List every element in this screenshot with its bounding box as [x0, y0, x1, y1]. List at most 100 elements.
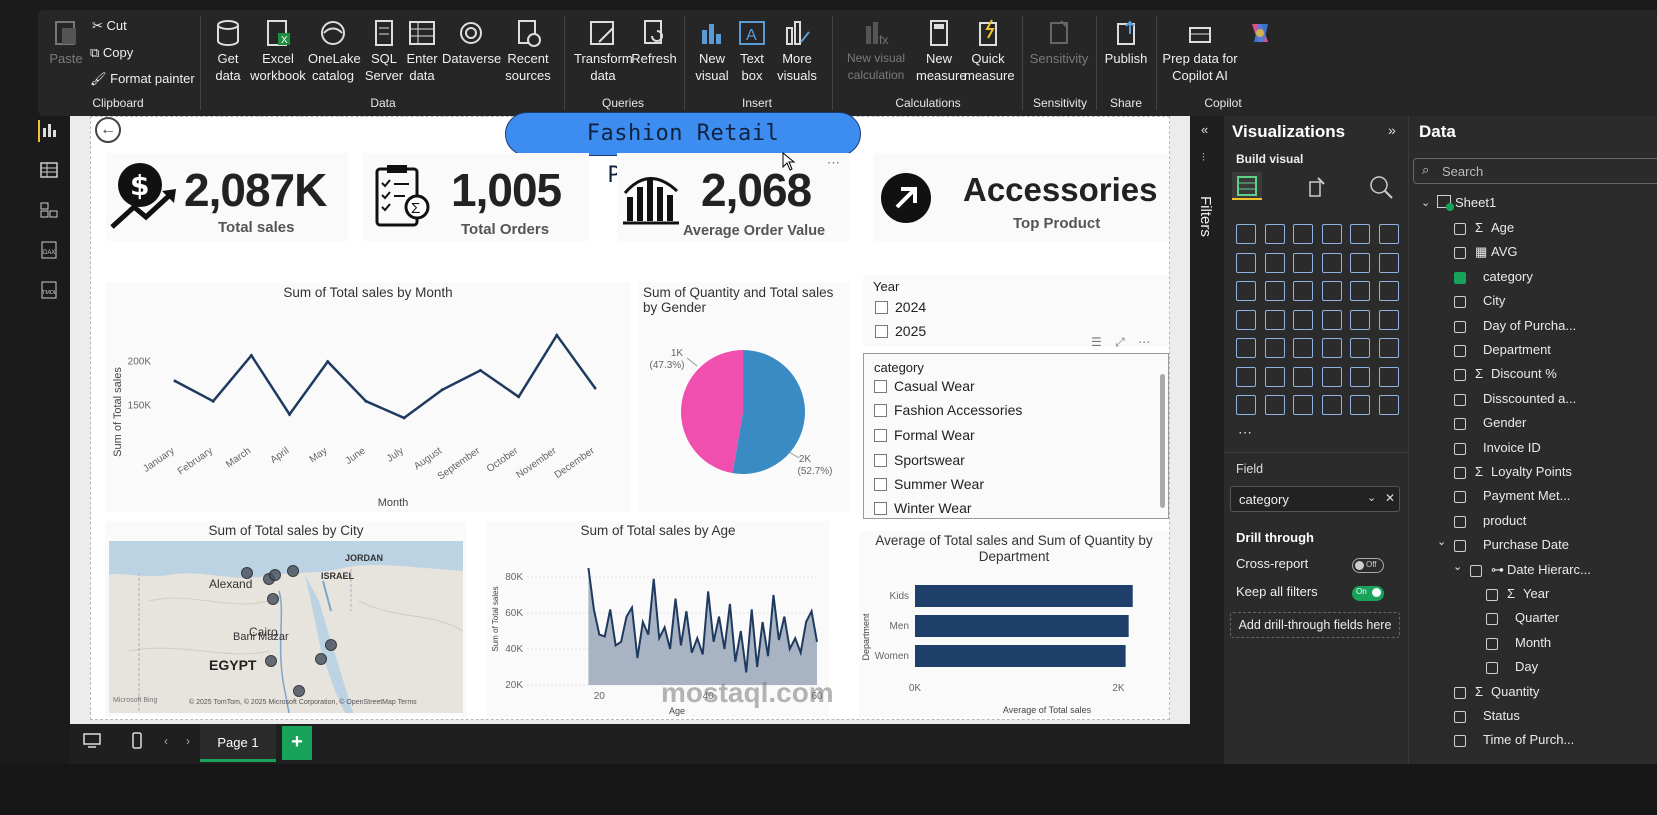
field-checkbox[interactable] — [1454, 711, 1466, 723]
field-name[interactable]: product — [1483, 513, 1526, 528]
field-checkbox[interactable] — [1454, 467, 1466, 479]
field-checkbox[interactable] — [1454, 271, 1466, 284]
diamond-visual-icon[interactable] — [1350, 395, 1370, 415]
page-tab-page-1[interactable]: Page 1 — [200, 724, 276, 762]
field-checkbox[interactable] — [1486, 589, 1498, 601]
paginated-visual-icon[interactable] — [1378, 366, 1399, 387]
filters-pane-collapsed[interactable]: « ⫶ Filters — [1190, 116, 1224, 806]
sql-server-button[interactable]: SQL Server — [364, 18, 404, 84]
more-options-icon[interactable]: ⋯ — [1138, 335, 1150, 349]
field-checkbox[interactable] — [1486, 613, 1498, 626]
field-checkbox[interactable] — [1454, 442, 1466, 455]
qa-visual-icon[interactable] — [1321, 366, 1342, 387]
build-visual-tab-icon[interactable] — [1232, 172, 1262, 200]
field-well-category[interactable]: category ⌄ ✕ — [1230, 486, 1400, 512]
field-checkbox[interactable] — [1454, 418, 1466, 431]
focus-mode-icon[interactable]: ⤢ — [1115, 335, 1125, 349]
field-name[interactable]: Loyalty Points — [1491, 464, 1572, 479]
more-visuals-button[interactable]: More visuals — [772, 18, 822, 84]
field-name[interactable]: Quantity — [1491, 684, 1539, 699]
field-checkbox[interactable] — [1486, 662, 1498, 675]
field-name[interactable]: AVG — [1491, 244, 1518, 259]
format-visual-tab-icon[interactable] — [1304, 174, 1330, 200]
field-name[interactable]: Status — [1483, 708, 1520, 723]
desktop-layout-icon[interactable] — [82, 732, 102, 750]
donut-visual-icon[interactable] — [1378, 281, 1399, 301]
map-sales-by-city[interactable]: Sum of Total sales by City Alexand Cairo… — [105, 521, 467, 717]
copy-button[interactable]: ⧉ Copy — [90, 45, 133, 61]
table-visual-icon[interactable] — [1321, 338, 1342, 358]
field-checkbox[interactable] — [1454, 320, 1466, 333]
drill-through-drop-zone[interactable]: Add drill-through fields here — [1230, 612, 1400, 638]
enter-data-button[interactable]: Enter data — [404, 18, 440, 84]
more-options-icon[interactable]: ⋯ — [827, 155, 840, 171]
chevron-down-icon[interactable]: ⌄ — [1421, 196, 1430, 209]
field-name[interactable]: Invoice ID — [1483, 440, 1541, 455]
new-visual-button[interactable]: New visual — [692, 18, 732, 84]
publish-button[interactable]: Publish — [1102, 18, 1150, 67]
field-checkbox[interactable] — [1454, 223, 1466, 235]
collapse-chevron-icon[interactable]: » — [1388, 122, 1396, 138]
format-painter-button[interactable]: 🖌 Format painter — [90, 71, 195, 87]
card-visual-icon[interactable] — [1378, 309, 1399, 330]
field-name[interactable]: Day of Purcha... — [1483, 318, 1576, 333]
field-checkbox[interactable] — [1486, 637, 1498, 650]
checkbox-sportswear[interactable] — [874, 454, 887, 467]
kpi-card-top-product[interactable]: Accessories Top Product — [873, 153, 1169, 241]
dataverse-button[interactable]: Dataverse — [442, 18, 501, 67]
keep-filters-toggle[interactable]: On — [1352, 586, 1384, 601]
sensitivity-button[interactable]: Sensitivity — [1028, 18, 1090, 67]
stacked-column-visual-icon[interactable] — [1264, 224, 1285, 244]
field-checkbox[interactable] — [1454, 540, 1466, 553]
refresh-button[interactable]: Refresh — [630, 18, 678, 67]
field-checkbox[interactable] — [1454, 247, 1466, 260]
remove-field-icon[interactable]: ✕ — [1385, 491, 1395, 505]
field-name[interactable]: Discount % — [1491, 366, 1557, 381]
stacked-bar-visual-icon[interactable] — [1236, 224, 1256, 244]
more-visuals-ellipsis-icon[interactable]: ⋯ — [1238, 424, 1252, 441]
previous-page-icon[interactable]: ‹ — [164, 734, 168, 748]
kpi-card-average-order-value[interactable]: 2,068 Average Order Value ⋯ — [617, 153, 849, 241]
kpi-card-total-sales[interactable]: $ 2,087K Total sales — [106, 153, 348, 241]
kpi-card-total-orders[interactable]: Σ 1,005 Total Orders — [363, 153, 589, 241]
field-name[interactable]: Payment Met... — [1483, 488, 1570, 503]
field-name[interactable]: category — [1483, 269, 1533, 284]
field-checkbox[interactable] — [1454, 491, 1466, 504]
line-visual-icon[interactable] — [1236, 252, 1256, 273]
scatter-visual-icon[interactable] — [1321, 281, 1342, 301]
new-visual-calculation-button[interactable]: fx New visual calculation — [838, 18, 914, 84]
waterfall-visual-icon[interactable] — [1264, 281, 1285, 301]
checkbox-2024[interactable] — [875, 301, 888, 314]
ribbon-visual-icon[interactable] — [1236, 281, 1256, 301]
bar-chart-by-department[interactable]: Average of Total sales and Sum of Quanti… — [859, 531, 1169, 717]
get-data-button[interactable]: Get data — [208, 18, 248, 84]
field-checkbox[interactable] — [1470, 564, 1482, 577]
checkbox-2025[interactable] — [875, 325, 888, 338]
model-view-icon[interactable] — [38, 200, 60, 222]
field-name[interactable]: City — [1483, 293, 1505, 308]
clustered-bar-visual-icon[interactable] — [1293, 224, 1313, 244]
prep-data-copilot-button[interactable]: Prep data for Copilot AI — [1162, 18, 1238, 84]
filter-icon[interactable]: ☰ — [1091, 335, 1102, 349]
text-box-button[interactable]: A Text box — [734, 18, 770, 84]
area-visual-icon[interactable] — [1264, 252, 1285, 273]
field-checkbox[interactable] — [1454, 345, 1466, 357]
expand-chevron-icon[interactable]: « — [1201, 122, 1208, 137]
mobile-layout-icon[interactable] — [130, 732, 144, 750]
report-view-icon[interactable] — [38, 120, 60, 142]
field-name[interactable]: Month — [1515, 635, 1551, 650]
tmdl-view-icon[interactable]: TMDL — [38, 280, 60, 302]
checkbox-summer-wear[interactable] — [874, 478, 887, 491]
field-name[interactable]: Year — [1523, 586, 1549, 601]
stacked-area-visual-icon[interactable] — [1293, 252, 1313, 273]
treemap-visual-icon[interactable] — [1236, 309, 1256, 330]
checkbox-casual-wear[interactable] — [874, 380, 887, 393]
data-search-input[interactable]: ⌕ Search — [1413, 158, 1657, 184]
chevron-down-icon[interactable]: ⌄ — [1367, 491, 1376, 504]
map-bubble[interactable] — [267, 593, 279, 605]
cut-button[interactable]: ✂ Cut — [92, 18, 127, 34]
power-apps-visual-icon[interactable] — [1264, 395, 1285, 415]
field-checkbox[interactable] — [1454, 515, 1466, 528]
new-measure-button[interactable]: New measure — [916, 18, 967, 84]
map-visual-icon[interactable] — [1264, 309, 1285, 330]
